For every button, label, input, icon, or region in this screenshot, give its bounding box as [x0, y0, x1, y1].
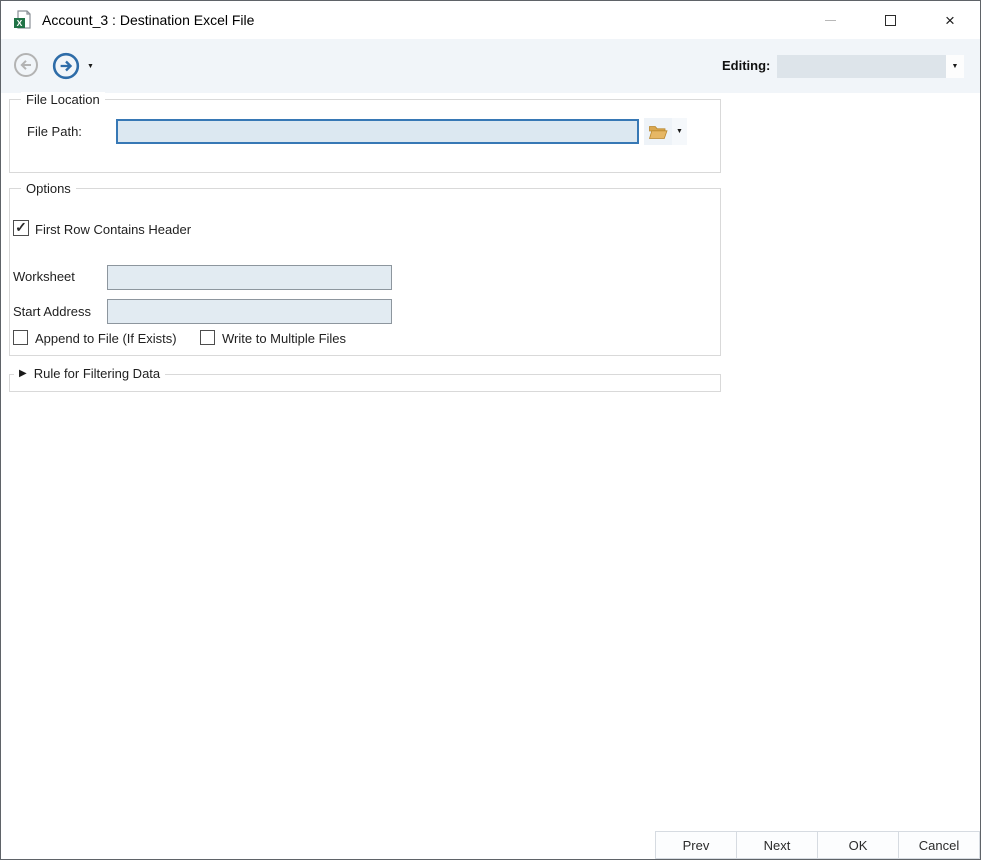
prev-button[interactable]: Prev	[655, 831, 737, 859]
first-row-header-checkbox[interactable]: ✓	[13, 220, 29, 236]
worksheet-label: Worksheet	[13, 269, 75, 284]
cancel-button[interactable]: Cancel	[898, 831, 980, 859]
write-multiple-files-checkbox[interactable]	[200, 330, 215, 345]
options-group: Options ✓ First Row Contains Header Work…	[9, 181, 721, 356]
editing-dropdown-value	[777, 55, 946, 78]
browse-folder-button[interactable]	[644, 118, 672, 145]
first-row-header-label[interactable]: First Row Contains Header	[35, 222, 191, 237]
back-arrow-icon	[14, 53, 38, 77]
browse-dropdown-button[interactable]: ▼	[672, 118, 687, 145]
toolbar: ▼ Editing: ▼	[1, 39, 980, 93]
start-address-label: Start Address	[13, 304, 92, 319]
file-path-label: File Path:	[27, 124, 82, 139]
append-to-file-checkbox[interactable]	[13, 330, 28, 345]
filter-rules-header[interactable]: ▶ Rule for Filtering Data	[14, 366, 166, 381]
file-location-group: File Location File Path: ▼	[9, 92, 721, 173]
window-title: Account_3 : Destination Excel File	[42, 12, 255, 28]
chevron-down-icon: ▼	[951, 63, 959, 70]
options-legend: Options	[21, 181, 76, 196]
window-controls: ×	[800, 1, 980, 39]
file-path-input[interactable]	[116, 119, 639, 144]
check-icon: ✓	[15, 219, 27, 235]
filter-rules-group: ▶ Rule for Filtering Data	[9, 366, 721, 392]
worksheet-input[interactable]	[107, 265, 392, 290]
open-folder-icon	[648, 125, 668, 139]
write-multiple-files-label[interactable]: Write to Multiple Files	[222, 331, 346, 346]
append-to-file-label[interactable]: Append to File (If Exists)	[35, 331, 177, 346]
minimize-button[interactable]	[800, 1, 860, 39]
chevron-down-icon: ▼	[676, 128, 683, 135]
svg-text:X: X	[17, 18, 23, 28]
forward-dropdown-caret[interactable]: ▼	[87, 63, 94, 70]
title-bar: X Account_3 : Destination Excel File ×	[1, 1, 980, 39]
excel-file-icon: X	[14, 10, 31, 29]
footer-button-bar: Prev Next OK Cancel	[655, 831, 980, 859]
maximize-button[interactable]	[860, 1, 920, 39]
file-location-legend: File Location	[21, 92, 105, 107]
forward-arrow-icon	[52, 52, 80, 80]
maximize-icon	[884, 14, 896, 26]
close-icon: ×	[945, 10, 955, 30]
back-button[interactable]	[12, 52, 40, 80]
dialog-window: X Account_3 : Destination Excel File × ▼…	[0, 0, 981, 860]
close-button[interactable]: ×	[920, 1, 980, 39]
start-address-input[interactable]	[107, 299, 392, 324]
next-button[interactable]: Next	[736, 831, 818, 859]
editing-dropdown[interactable]: ▼	[777, 55, 964, 78]
minimize-icon	[824, 19, 836, 21]
collapsed-arrow-icon: ▶	[19, 368, 27, 379]
ok-button[interactable]: OK	[817, 831, 899, 859]
filter-rules-legend: Rule for Filtering Data	[33, 366, 161, 381]
editing-label: Editing:	[722, 58, 771, 73]
forward-button[interactable]	[52, 52, 80, 80]
editing-dropdown-arrow-box[interactable]: ▼	[946, 55, 964, 78]
